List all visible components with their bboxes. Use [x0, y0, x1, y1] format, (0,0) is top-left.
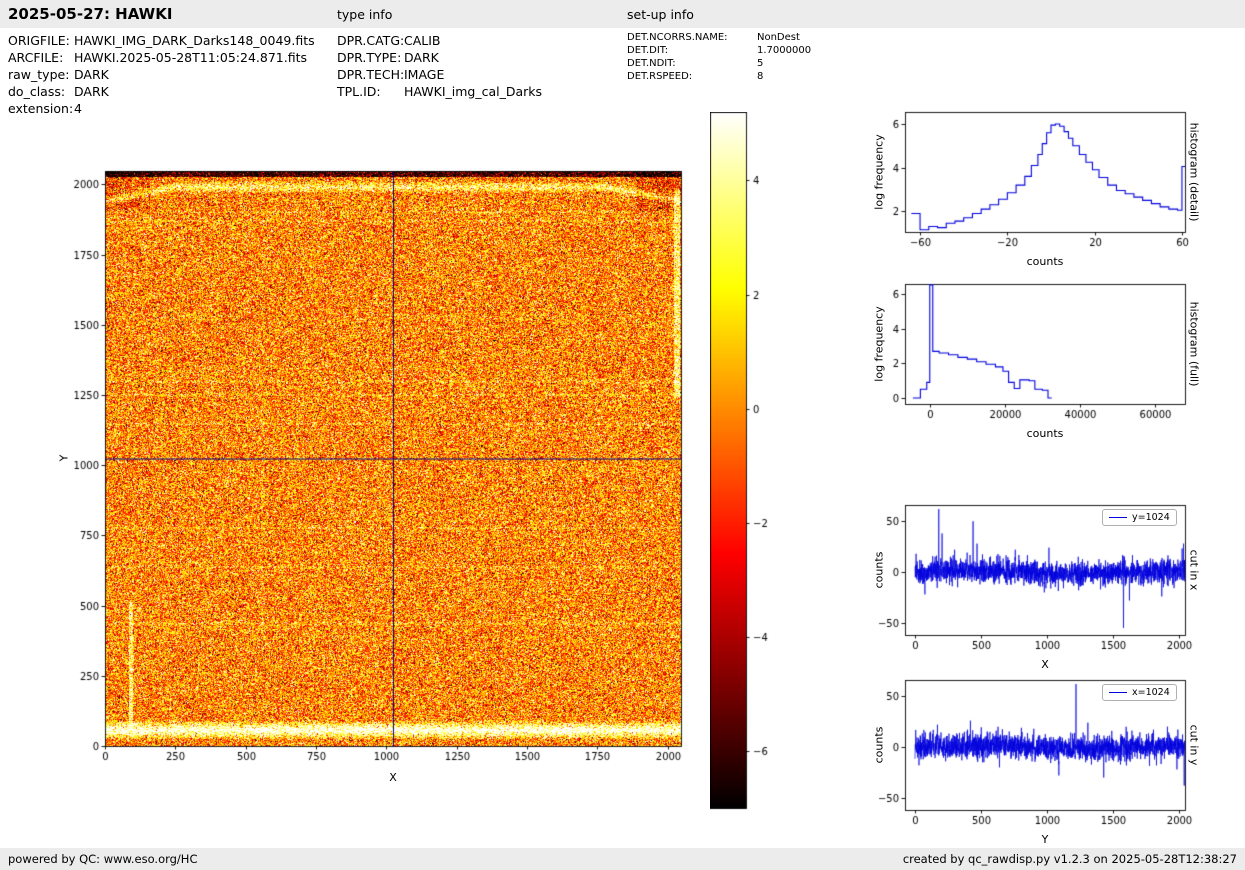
page-title: 2025-05-27: HAWKI	[8, 5, 173, 23]
header-bar: 2025-05-27: HAWKI type info set-up info	[0, 0, 1245, 28]
cut-y-legend-label: x=1024	[1132, 687, 1170, 698]
info-label: DET.NDIT:	[627, 58, 676, 69]
info-value: 8	[757, 71, 764, 82]
info-label: DPR.CATG:	[337, 33, 405, 48]
info-label: raw_type:	[8, 67, 70, 82]
info-value: DARK	[404, 50, 439, 65]
legend-line-icon	[1109, 692, 1127, 693]
raw-image-canvas	[55, 145, 715, 795]
info-value: IMAGE	[404, 67, 445, 82]
info-value: CALIB	[404, 33, 441, 48]
info-row: DET.NCORRS.NAME: NonDest	[627, 31, 811, 44]
info-value: 4	[74, 101, 82, 116]
info-row: DET.RSPEED: 8	[627, 70, 811, 83]
info-row: ORIGFILE: HAWKI_IMG_DARK_Darks148_0049.fi…	[8, 32, 315, 49]
info-row: TPL.ID: HAWKI_img_cal_Darks	[337, 83, 542, 100]
cut-y-yaxis-label: counts	[872, 726, 886, 764]
info-value: HAWKI.2025-05-28T11:05:24.871.fits	[74, 50, 307, 65]
type-info-heading: type info	[337, 7, 393, 22]
info-label: DET.NCORRS.NAME:	[627, 32, 728, 43]
qc-report-page: 2025-05-27: HAWKI type info set-up info …	[0, 0, 1245, 870]
info-label: DET.RSPEED:	[627, 71, 693, 82]
info-row: DET.NDIT: 5	[627, 57, 811, 70]
info-label: ORIGFILE:	[8, 33, 70, 48]
cut-x-side-label: cut in x	[1187, 549, 1201, 591]
cut-x-yaxis-label: counts	[872, 551, 886, 589]
hist-detail-xaxis-label: counts	[1026, 255, 1064, 268]
main-xaxis-label: X	[389, 771, 397, 784]
cut-y-side-label: cut in y	[1187, 724, 1201, 766]
info-row: DPR.CATG:CALIB	[337, 32, 542, 49]
info-label: DPR.TECH:	[337, 67, 405, 82]
info-label: DET.DIT:	[627, 45, 669, 56]
cut-x-legend-label: y=1024	[1132, 512, 1170, 523]
footer-powered-by: powered by QC: www.eso.org/HC	[8, 852, 198, 866]
legend-line-icon	[1109, 517, 1127, 518]
hist-detail-yaxis-label: log frequency	[872, 134, 886, 210]
info-row: ARCFILE: HAWKI.2025-05-28T11:05:24.871.fi…	[8, 49, 315, 66]
info-value: 5	[757, 58, 764, 69]
info-row: DPR.TECH:IMAGE	[337, 66, 542, 83]
footer-bar: powered by QC: www.eso.org/HC created by…	[0, 848, 1245, 870]
info-value: HAWKI_img_cal_Darks	[404, 84, 543, 99]
info-label: do_class:	[8, 84, 66, 99]
info-value: HAWKI_IMG_DARK_Darks148_0049.fits	[74, 33, 315, 48]
info-label: ARCFILE:	[8, 50, 64, 65]
info-row: DET.DIT: 1.7000000	[627, 44, 811, 57]
main-yaxis-label: Y	[57, 454, 71, 462]
setup-info-heading: set-up info	[627, 7, 694, 22]
info-value: DARK	[74, 67, 109, 82]
histogram-full-canvas	[858, 274, 1198, 424]
setup-info-block: DET.NCORRS.NAME: NonDest DET.DIT: 1.7000000…	[627, 31, 811, 83]
colorbar-canvas	[710, 112, 790, 812]
histogram-detail-canvas	[858, 102, 1198, 252]
info-row: raw_type: DARK	[8, 66, 315, 83]
file-info-block: ORIGFILE: HAWKI_IMG_DARK_Darks148_0049.fi…	[8, 32, 315, 117]
info-value: DARK	[74, 84, 109, 99]
hist-full-side-label: histogram (full)	[1187, 301, 1201, 387]
type-info-block: DPR.CATG:CALIB DPR.TYPE: DARK DPR.TECH:IMAG…	[337, 32, 542, 100]
info-row: DPR.TYPE: DARK	[337, 49, 542, 66]
cut-x-legend: y=1024	[1102, 509, 1177, 526]
info-value: NonDest	[757, 32, 800, 43]
hist-full-xaxis-label: counts	[1026, 427, 1064, 440]
hist-detail-side-label: histogram (detail)	[1187, 122, 1201, 222]
info-label: TPL.ID:	[337, 84, 381, 99]
info-row: do_class: DARK	[8, 83, 315, 100]
footer-created-by: created by qc_rawdisp.py v1.2.3 on 2025-…	[902, 852, 1237, 866]
info-value: 1.7000000	[757, 45, 812, 56]
cut-y-xaxis-label: Y	[1041, 833, 1049, 846]
cut-x-xaxis-label: X	[1041, 658, 1049, 671]
info-label: extension:	[8, 101, 74, 116]
hist-full-yaxis-label: log frequency	[872, 306, 886, 382]
info-label: DPR.TYPE:	[337, 50, 402, 65]
info-row: extension:4	[8, 100, 315, 117]
cut-y-legend: x=1024	[1102, 684, 1177, 701]
